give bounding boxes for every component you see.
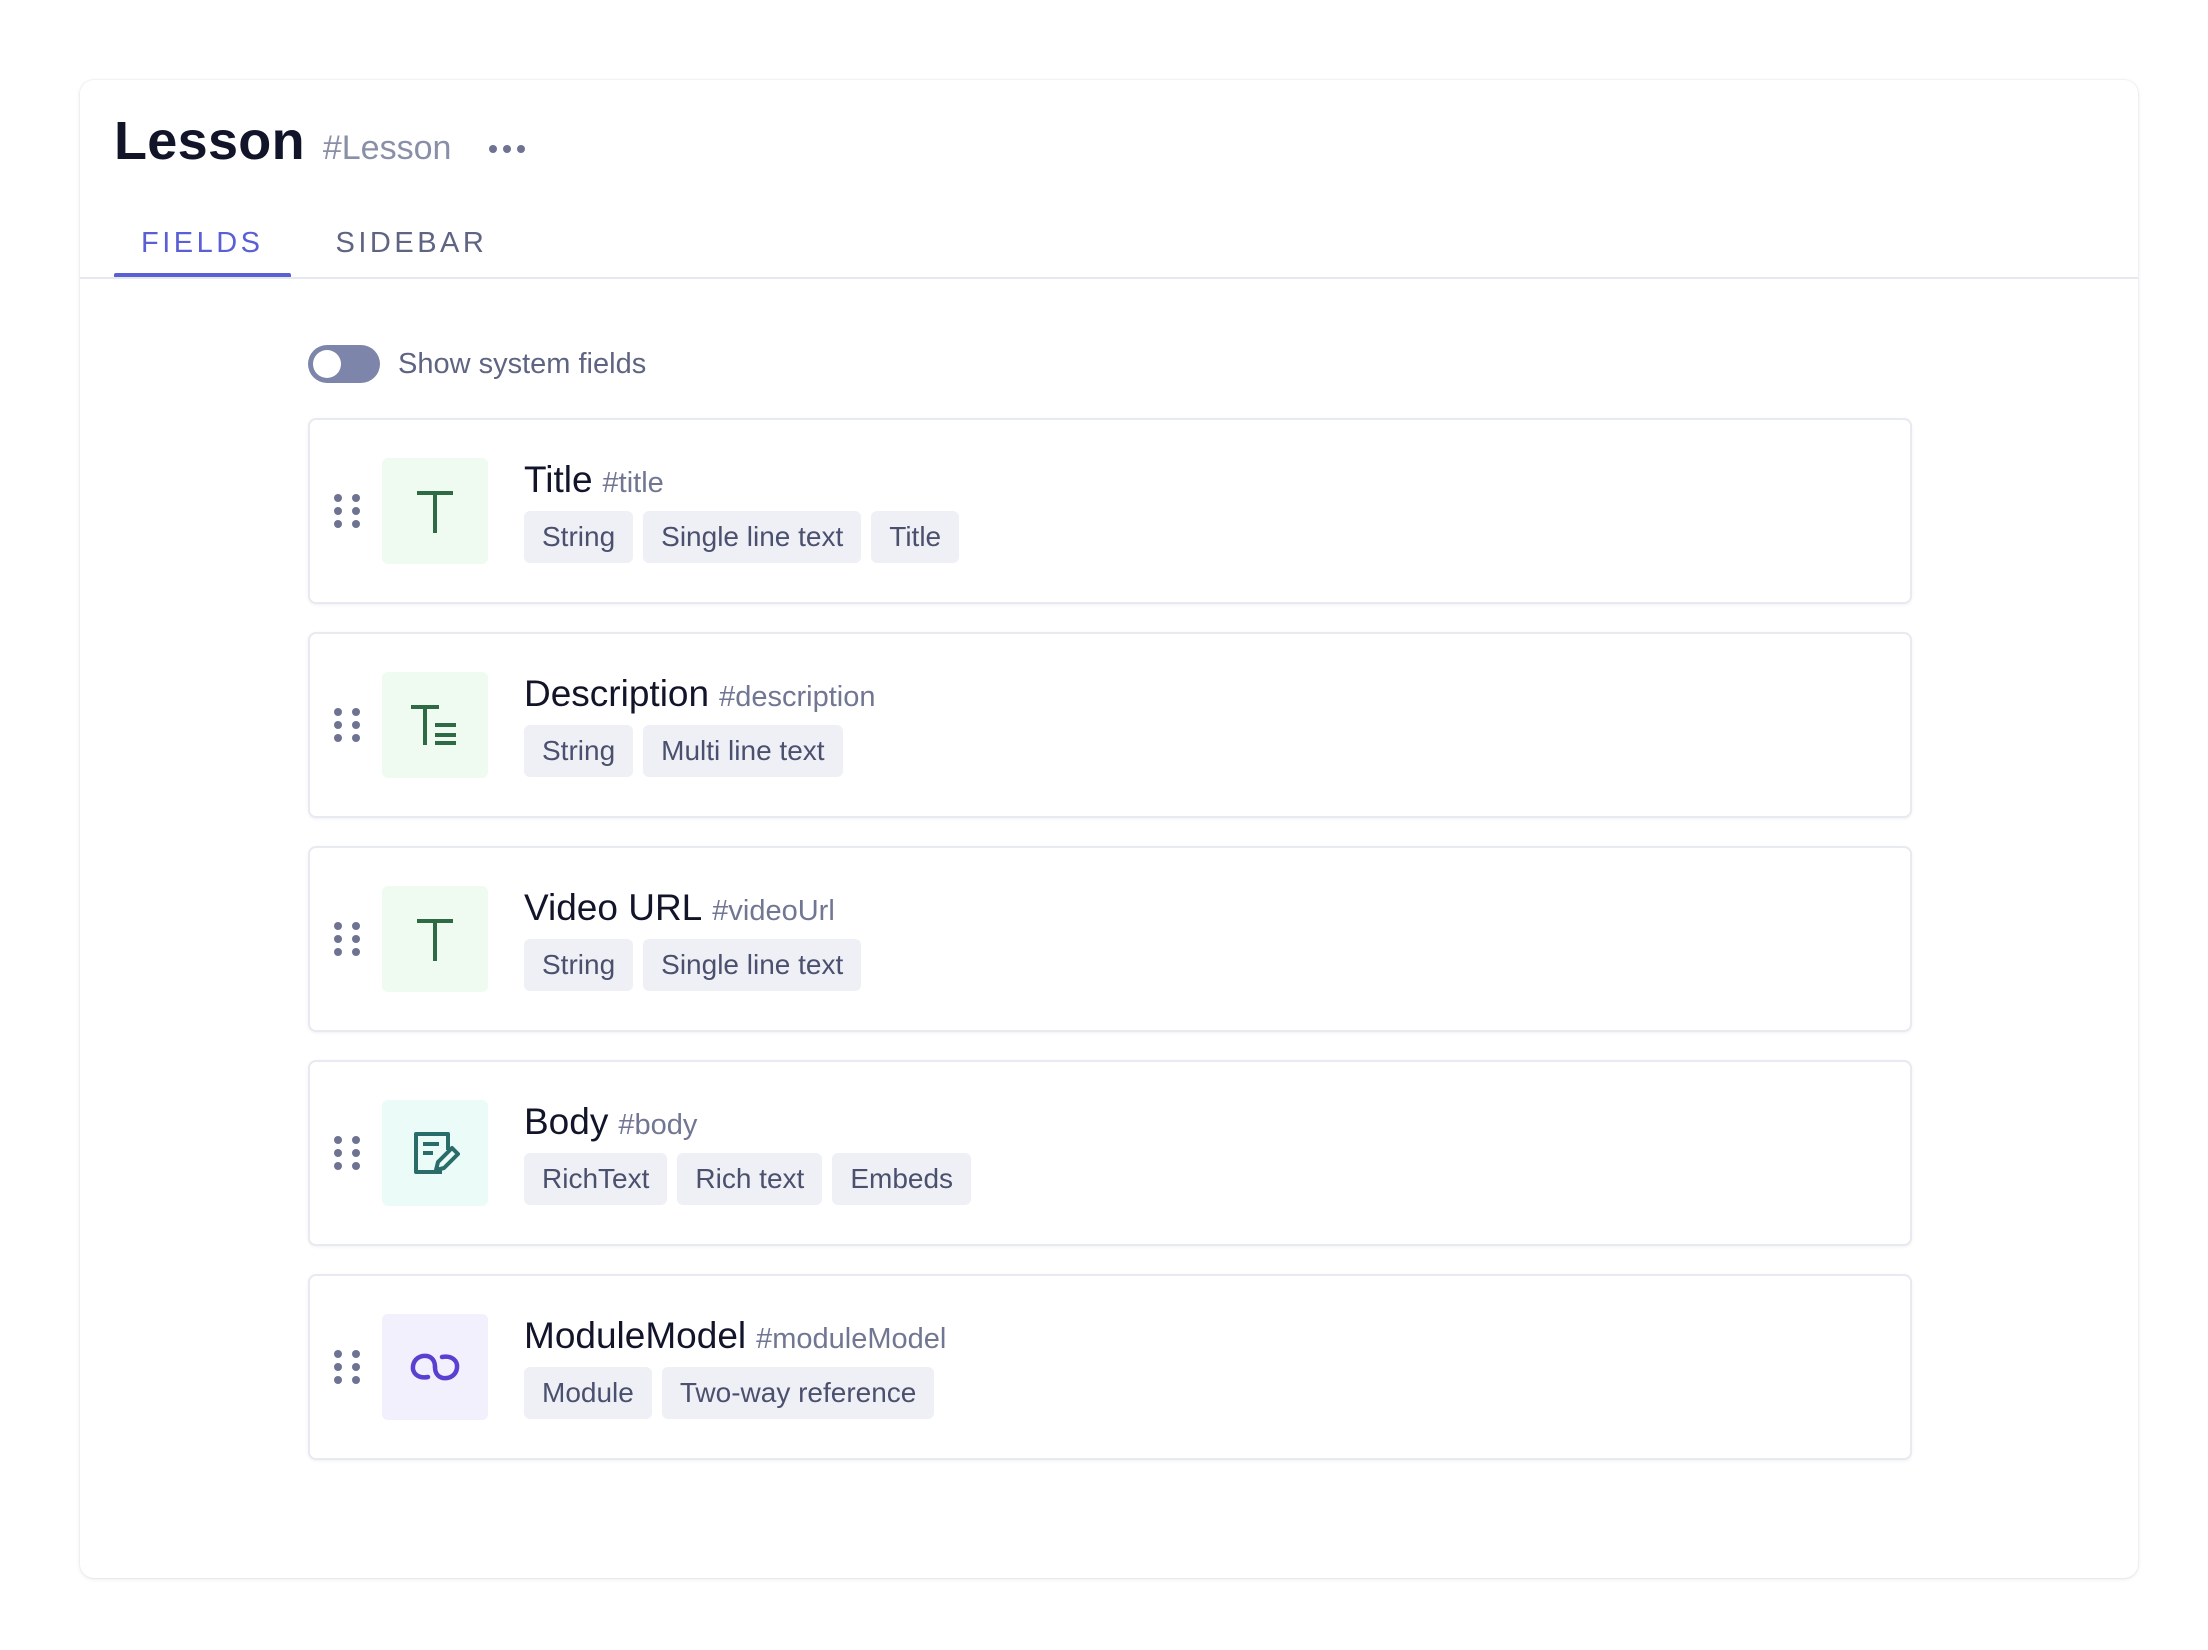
field-api-id: #body [618, 1109, 698, 1141]
field-api-id: #description [719, 681, 876, 713]
system-fields-toggle[interactable] [308, 345, 380, 383]
field-tags: RichText Rich text Embeds [524, 1153, 972, 1205]
field-name: ModuleModel [524, 1315, 747, 1356]
multiline-text-icon [382, 672, 488, 778]
more-dot-icon [489, 145, 498, 153]
tab-divider [80, 277, 2138, 279]
field-tags: String Multi line text [524, 725, 875, 777]
link-icon [382, 1314, 488, 1420]
system-fields-label: Show system fields [398, 347, 647, 380]
tab-sidebar[interactable]: SIDEBAR [309, 220, 515, 278]
drag-handle-icon[interactable] [334, 708, 360, 742]
field-tag: Single line text [643, 511, 862, 563]
field-list: Title #title String Single line text Tit… [308, 418, 1912, 1488]
model-title: Lesson [114, 111, 305, 171]
field-tag: String [524, 725, 634, 777]
rich-text-icon [382, 1100, 488, 1206]
system-fields-toggle-row: Show system fields [308, 345, 646, 383]
field-name: Title [524, 459, 593, 500]
field-name: Body [524, 1101, 609, 1142]
field-tags: String Single line text Title [524, 511, 960, 563]
field-name: Video URL [524, 887, 703, 928]
field-row-video-url[interactable]: Video URL #videoUrl String Single line t… [308, 846, 1912, 1032]
field-tags: String Single line text [524, 939, 862, 991]
field-api-id: #videoUrl [712, 895, 835, 927]
field-info: Title #title String Single line text Tit… [524, 459, 960, 563]
field-name: Description [524, 673, 710, 714]
field-tag: Title [871, 511, 960, 563]
drag-handle-icon[interactable] [334, 494, 360, 528]
model-api-id: #Lesson [322, 129, 452, 167]
text-icon [382, 458, 488, 564]
more-dot-icon [503, 145, 512, 153]
model-card: Lesson #Lesson FIELDS SIDEBAR Show syste… [80, 80, 2138, 1578]
drag-handle-icon[interactable] [334, 1350, 360, 1384]
field-row-description[interactable]: Description #description String Multi li… [308, 632, 1912, 818]
field-info: Body #body RichText Rich text Embeds [524, 1101, 972, 1205]
field-tag: Rich text [677, 1153, 823, 1205]
field-row-module-model[interactable]: ModuleModel #moduleModel Module Two-way … [308, 1274, 1912, 1460]
field-row-title[interactable]: Title #title String Single line text Tit… [308, 418, 1912, 604]
field-tag: Embeds [832, 1153, 972, 1205]
model-header: Lesson #Lesson [114, 110, 529, 172]
drag-handle-icon[interactable] [334, 1136, 360, 1170]
field-info: Video URL #videoUrl String Single line t… [524, 887, 862, 991]
field-tag: Single line text [643, 939, 862, 991]
tab-fields[interactable]: FIELDS [114, 220, 291, 278]
drag-handle-icon[interactable] [334, 922, 360, 956]
field-tag: String [524, 511, 634, 563]
field-tag: String [524, 939, 634, 991]
field-info: Description #description String Multi li… [524, 673, 875, 777]
field-api-id: #moduleModel [756, 1323, 947, 1355]
field-tag: RichText [524, 1153, 668, 1205]
field-tags: Module Two-way reference [524, 1367, 946, 1419]
field-row-body[interactable]: Body #body RichText Rich text Embeds [308, 1060, 1912, 1246]
more-dot-icon [517, 145, 526, 153]
field-tag: Module [524, 1367, 652, 1419]
field-tag: Multi line text [643, 725, 843, 777]
text-icon [382, 886, 488, 992]
toggle-knob [313, 350, 341, 378]
tab-bar: FIELDS SIDEBAR [114, 220, 514, 278]
field-api-id: #title [602, 467, 664, 499]
field-tag: Two-way reference [661, 1367, 935, 1419]
more-options-button[interactable] [485, 139, 529, 159]
field-info: ModuleModel #moduleModel Module Two-way … [524, 1315, 946, 1419]
